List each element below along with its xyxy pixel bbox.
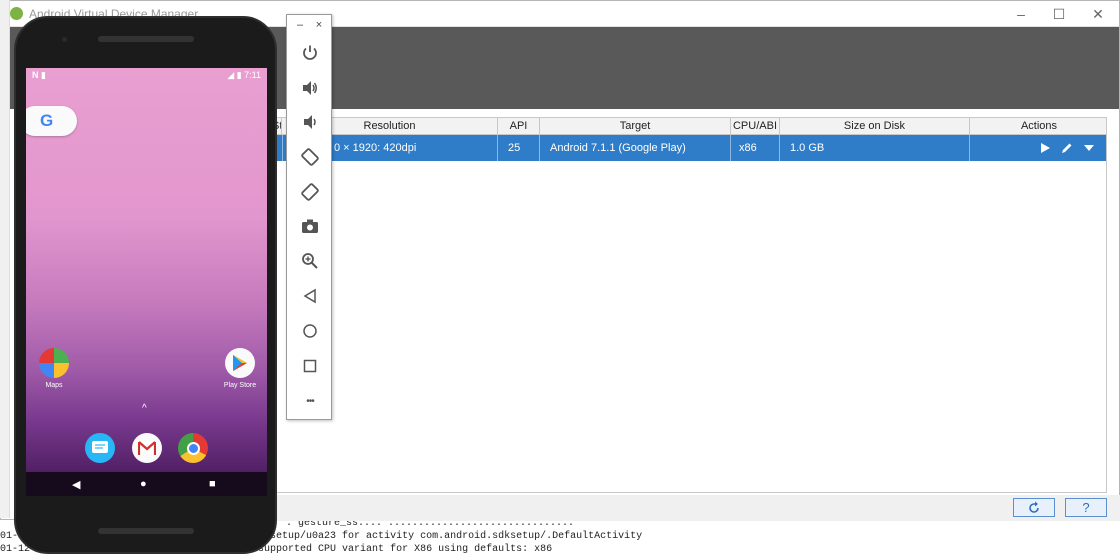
status-notifications: N ▮ [32,70,46,80]
table-header: St Resolution API Target CPU/ABI Size on… [272,118,1106,135]
back-button[interactable] [297,283,323,309]
table-row[interactable]: 0 × 1920: 420dpi 25 Android 7.1.1 (Googl… [272,135,1106,161]
background-window-edge [0,0,10,518]
maps-icon [39,348,69,378]
cell-cpu: x86 [731,135,780,161]
front-camera [62,37,67,42]
maximize-button[interactable]: ☐ [1044,4,1074,24]
volume-up-icon [303,81,317,95]
row-actions [1038,135,1096,161]
status-bar: N ▮ ◢ ▮ 7:11 [26,68,267,84]
android-studio-icon [10,7,23,20]
home-icon [303,324,317,338]
home-button[interactable] [297,318,323,344]
app-play-store[interactable]: Play Store [210,348,267,389]
nav-bar: ◀ ● ■ [26,472,267,496]
screenshot-button[interactable] [297,213,323,239]
top-speaker [98,36,194,42]
rotate-left-button[interactable] [297,144,323,170]
col-size[interactable]: Size on Disk [780,118,970,135]
col-target[interactable]: Target [540,118,731,135]
overview-button[interactable] [297,353,323,379]
toolbar-minimize-button[interactable]: – [293,19,307,31]
google-search-widget[interactable]: G [26,106,77,136]
back-icon [303,288,316,304]
nav-home-icon[interactable]: ● [140,478,147,490]
play-store-icon [225,348,255,378]
volume-down-button[interactable] [297,109,323,135]
close-button[interactable]: ✕ [1083,4,1113,24]
gmail-icon[interactable] [132,433,162,463]
cell-size: 1.0 GB [780,135,970,161]
zoom-button[interactable] [297,248,323,274]
bottom-speaker [98,528,194,534]
nav-back-icon[interactable]: ◀ [72,478,80,491]
volume-down-icon [304,115,316,129]
cell-target: Android 7.1.1 (Google Play) [540,135,731,161]
edit-icon[interactable] [1060,141,1074,155]
camera-icon [302,219,318,233]
launch-icon[interactable] [1038,141,1052,155]
zoom-icon [302,253,318,269]
app-drawer-caret[interactable]: ^ [142,403,147,414]
toolbar-close-button[interactable]: × [312,19,326,31]
col-api[interactable]: API [498,118,540,135]
rotate-left-icon [301,148,319,166]
overview-icon [303,359,317,373]
rotate-right-icon [301,183,319,201]
emulator-device-frame: N ▮ ◢ ▮ 7:11 G Maps Play Store ^ ◀ ● ■ [14,16,277,554]
refresh-icon [1029,501,1039,513]
help-button[interactable]: ? [1065,498,1107,517]
minimize-button[interactable]: – [1006,4,1036,24]
emulator-toolbar: – × ••• [286,14,332,420]
more-button[interactable]: ••• [297,388,323,414]
dock [26,418,267,468]
cell-api: 25 [498,135,540,161]
device-table: St Resolution API Target CPU/ABI Size on… [271,117,1107,493]
app-label: Play Store [223,382,257,389]
refresh-button[interactable] [1013,498,1055,517]
status-clock: ◢ ▮ 7:11 [227,70,261,80]
rotate-right-button[interactable] [297,179,323,205]
nav-overview-icon[interactable]: ■ [209,478,216,490]
col-actions[interactable]: Actions [970,118,1108,135]
chrome-icon[interactable] [178,433,208,463]
power-button[interactable] [297,40,323,66]
col-cpu[interactable]: CPU/ABI [731,118,780,135]
google-g-icon: G [40,111,54,130]
dropdown-icon[interactable] [1082,141,1096,155]
device-screen[interactable]: N ▮ ◢ ▮ 7:11 G Maps Play Store ^ ◀ ● ■ [26,68,267,496]
volume-up-button[interactable] [297,75,323,101]
app-maps[interactable]: Maps [26,348,84,389]
messages-icon[interactable] [85,433,115,463]
app-label: Maps [45,382,63,389]
power-icon [303,45,317,60]
bottom-toolbar: ? [271,495,1120,521]
